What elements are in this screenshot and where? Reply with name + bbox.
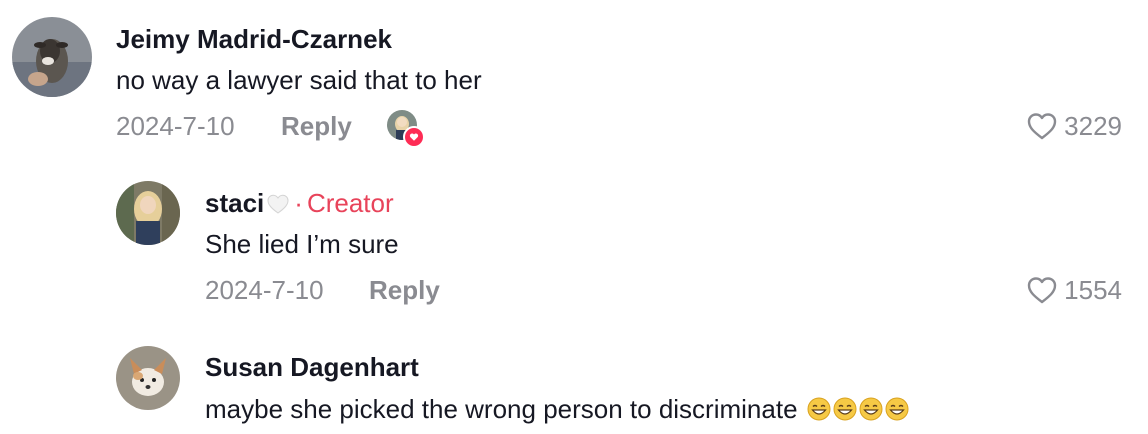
- avatar[interactable]: [12, 17, 92, 97]
- username-text: staci: [205, 188, 265, 218]
- grinning-face-with-smiling-eyes-icon: [807, 397, 831, 421]
- like-button[interactable]: 3229: [1026, 111, 1122, 141]
- liked-by-creator-badge: [387, 110, 425, 148]
- like-count: 1554: [1064, 275, 1122, 305]
- heart-badge-icon: [403, 126, 425, 148]
- avatar[interactable]: [116, 181, 180, 245]
- heart-outline-icon: [1027, 113, 1057, 140]
- comment-date: 2024-7-10: [205, 275, 324, 305]
- comment-text: She lied I’m sure: [205, 229, 399, 259]
- woman-photo-avatar-icon: [116, 181, 180, 245]
- comment-text: no way a lawyer said that to her: [116, 65, 482, 95]
- white-heart-icon: [266, 191, 290, 221]
- comment-username[interactable]: staci · Creator: [205, 188, 394, 221]
- separator-dot: ·: [294, 188, 303, 218]
- grinning-face-with-smiling-eyes-icon: [833, 397, 857, 421]
- emoji-group: [807, 394, 911, 424]
- goat-photo-avatar-icon: [12, 17, 92, 97]
- comment-username[interactable]: Susan Dagenhart: [205, 352, 419, 382]
- creator-label: Creator: [306, 188, 394, 218]
- reply-button[interactable]: Reply: [281, 111, 352, 141]
- grinning-face-with-smiling-eyes-icon: [885, 397, 909, 421]
- like-count: 3229: [1064, 111, 1122, 141]
- comment-text-body: maybe she picked the wrong person to dis…: [205, 394, 798, 424]
- comment-username[interactable]: Jeimy Madrid-Czarnek: [116, 24, 392, 54]
- avatar[interactable]: [116, 346, 180, 410]
- comment-date: 2024-7-10: [116, 111, 235, 141]
- heart-outline-icon: [1027, 277, 1057, 304]
- dog-photo-avatar-icon: [116, 346, 180, 410]
- grinning-face-with-smiling-eyes-icon: [859, 397, 883, 421]
- like-button[interactable]: 1554: [1026, 275, 1122, 305]
- reply-button[interactable]: Reply: [369, 275, 440, 305]
- comment-text: maybe she picked the wrong person to dis…: [205, 394, 911, 424]
